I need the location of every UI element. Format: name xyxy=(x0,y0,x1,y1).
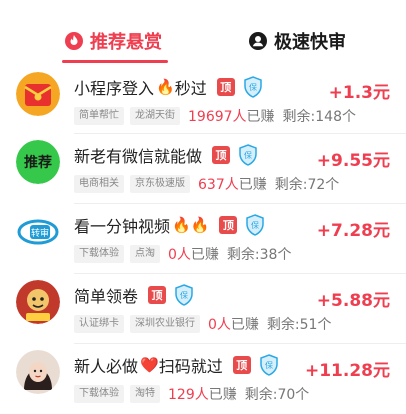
task-list: 小程序登入 🔥 秒过 顶 保 +1.3元 简单帮忙 龙湖天街 19697人 已赚… xyxy=(0,66,406,414)
shield-icon: 保 xyxy=(245,214,265,236)
earned-label: 已赚 xyxy=(246,109,275,125)
tab-bar: 推荐悬赏 极速快审 xyxy=(0,0,406,66)
task-title: 简单领卷 xyxy=(74,287,139,306)
shield-icon: 保 xyxy=(259,354,279,376)
task-item[interactable]: 推荐 新老有微信就能做 顶 保 +9.55元 电商相关 京东极速版 637人 已… xyxy=(0,134,406,204)
task-title: 新人必做 xyxy=(74,357,139,376)
participant-count: 129人 xyxy=(168,387,209,403)
pinned-badge: 顶 xyxy=(219,216,238,234)
earned-label: 已赚 xyxy=(190,247,219,263)
earned-label: 已赚 xyxy=(238,177,267,193)
reward-amount: +11.28元 xyxy=(304,361,390,381)
tab-recommend-label: 推荐悬赏 xyxy=(90,32,162,53)
pinned-badge: 顶 xyxy=(216,78,235,96)
task-tag: 深圳农业银行 xyxy=(130,315,200,333)
mascot-avatar xyxy=(16,280,60,324)
reward-amount: +1.3元 xyxy=(328,83,390,103)
pinned-badge: 顶 xyxy=(232,356,251,374)
red-envelope-avatar xyxy=(16,72,60,116)
task-title-suffix: 秒过 xyxy=(174,79,207,98)
remaining-count: 剩余:51个 xyxy=(266,317,332,333)
svg-text:保: 保 xyxy=(180,290,188,300)
task-title: 看一分钟视频 xyxy=(74,217,171,236)
task-title-suffix: 扫码就过 xyxy=(158,357,223,376)
task-tag: 下载体验 xyxy=(74,245,124,263)
active-tab-indicator xyxy=(62,60,168,63)
fire-icon: 🔥 xyxy=(156,78,175,96)
tab-fast-label: 极速快审 xyxy=(274,32,346,53)
fire-icon xyxy=(64,31,84,51)
task-title: 小程序登入 xyxy=(74,79,155,98)
tab-fast-review[interactable]: 极速快审 xyxy=(248,28,346,54)
heart-icon: ❤️ xyxy=(140,356,159,374)
tab-recommend[interactable]: 推荐悬赏 xyxy=(64,28,162,54)
task-tag: 龙湖天街 xyxy=(130,107,180,125)
reward-amount: +9.55元 xyxy=(316,151,390,171)
svg-text:转审: 转审 xyxy=(31,227,49,239)
earned-label: 已赚 xyxy=(230,317,259,333)
task-tag: 下载体验 xyxy=(74,385,124,403)
task-tag: 电商相关 xyxy=(74,175,124,193)
remaining-count: 剩余:70个 xyxy=(244,387,310,403)
task-tag: 点淘 xyxy=(130,245,160,263)
task-tag: 淘特 xyxy=(130,385,160,403)
task-tag: 京东极速版 xyxy=(130,175,190,193)
svg-text:保: 保 xyxy=(265,360,273,370)
pinned-badge: 顶 xyxy=(212,146,231,164)
remaining-count: 剩余:148个 xyxy=(282,109,356,125)
recommend-avatar: 推荐 xyxy=(16,140,60,184)
shield-icon: 保 xyxy=(238,144,258,166)
task-item[interactable]: 转审 看一分钟视频 🔥🔥 顶 保 +7.28元 下载体验 点淘 0人 已赚 剩余… xyxy=(0,204,406,274)
svg-text:保: 保 xyxy=(244,150,252,160)
participant-count: 637人 xyxy=(198,177,239,193)
svg-text:推荐: 推荐 xyxy=(24,154,52,171)
reward-amount: +5.88元 xyxy=(316,291,390,311)
shield-icon: 保 xyxy=(243,76,263,98)
svg-text:保: 保 xyxy=(249,82,257,92)
task-tag: 简单帮忙 xyxy=(74,107,124,125)
task-item[interactable]: 新人必做 ❤️ 扫码就过 顶 保 +11.28元 下载体验 淘特 129人 已赚… xyxy=(0,344,406,414)
task-tag: 认证绑卡 xyxy=(74,315,124,333)
remaining-count: 剩余:72个 xyxy=(274,177,340,193)
task-title: 新老有微信就能做 xyxy=(74,147,203,166)
blue-logo-avatar: 转审 xyxy=(16,210,60,254)
remaining-count: 剩余:38个 xyxy=(226,247,292,263)
svg-text:保: 保 xyxy=(251,220,259,230)
girl-avatar xyxy=(16,350,60,394)
pinned-badge: 顶 xyxy=(148,286,167,304)
earned-label: 已赚 xyxy=(208,387,237,403)
reward-amount: +7.28元 xyxy=(316,221,390,241)
shield-icon: 保 xyxy=(174,284,194,306)
task-item[interactable]: 小程序登入 🔥 秒过 顶 保 +1.3元 简单帮忙 龙湖天街 19697人 已赚… xyxy=(0,66,406,134)
participant-count: 0人 xyxy=(168,247,191,263)
participant-count: 19697人 xyxy=(188,109,247,125)
participant-count: 0人 xyxy=(208,317,231,333)
task-item[interactable]: 简单领卷 顶 保 +5.88元 认证绑卡 深圳农业银行 0人 已赚 剩余:51个 xyxy=(0,274,406,344)
person-icon xyxy=(248,31,268,51)
fire-icon: 🔥🔥 xyxy=(172,216,210,234)
